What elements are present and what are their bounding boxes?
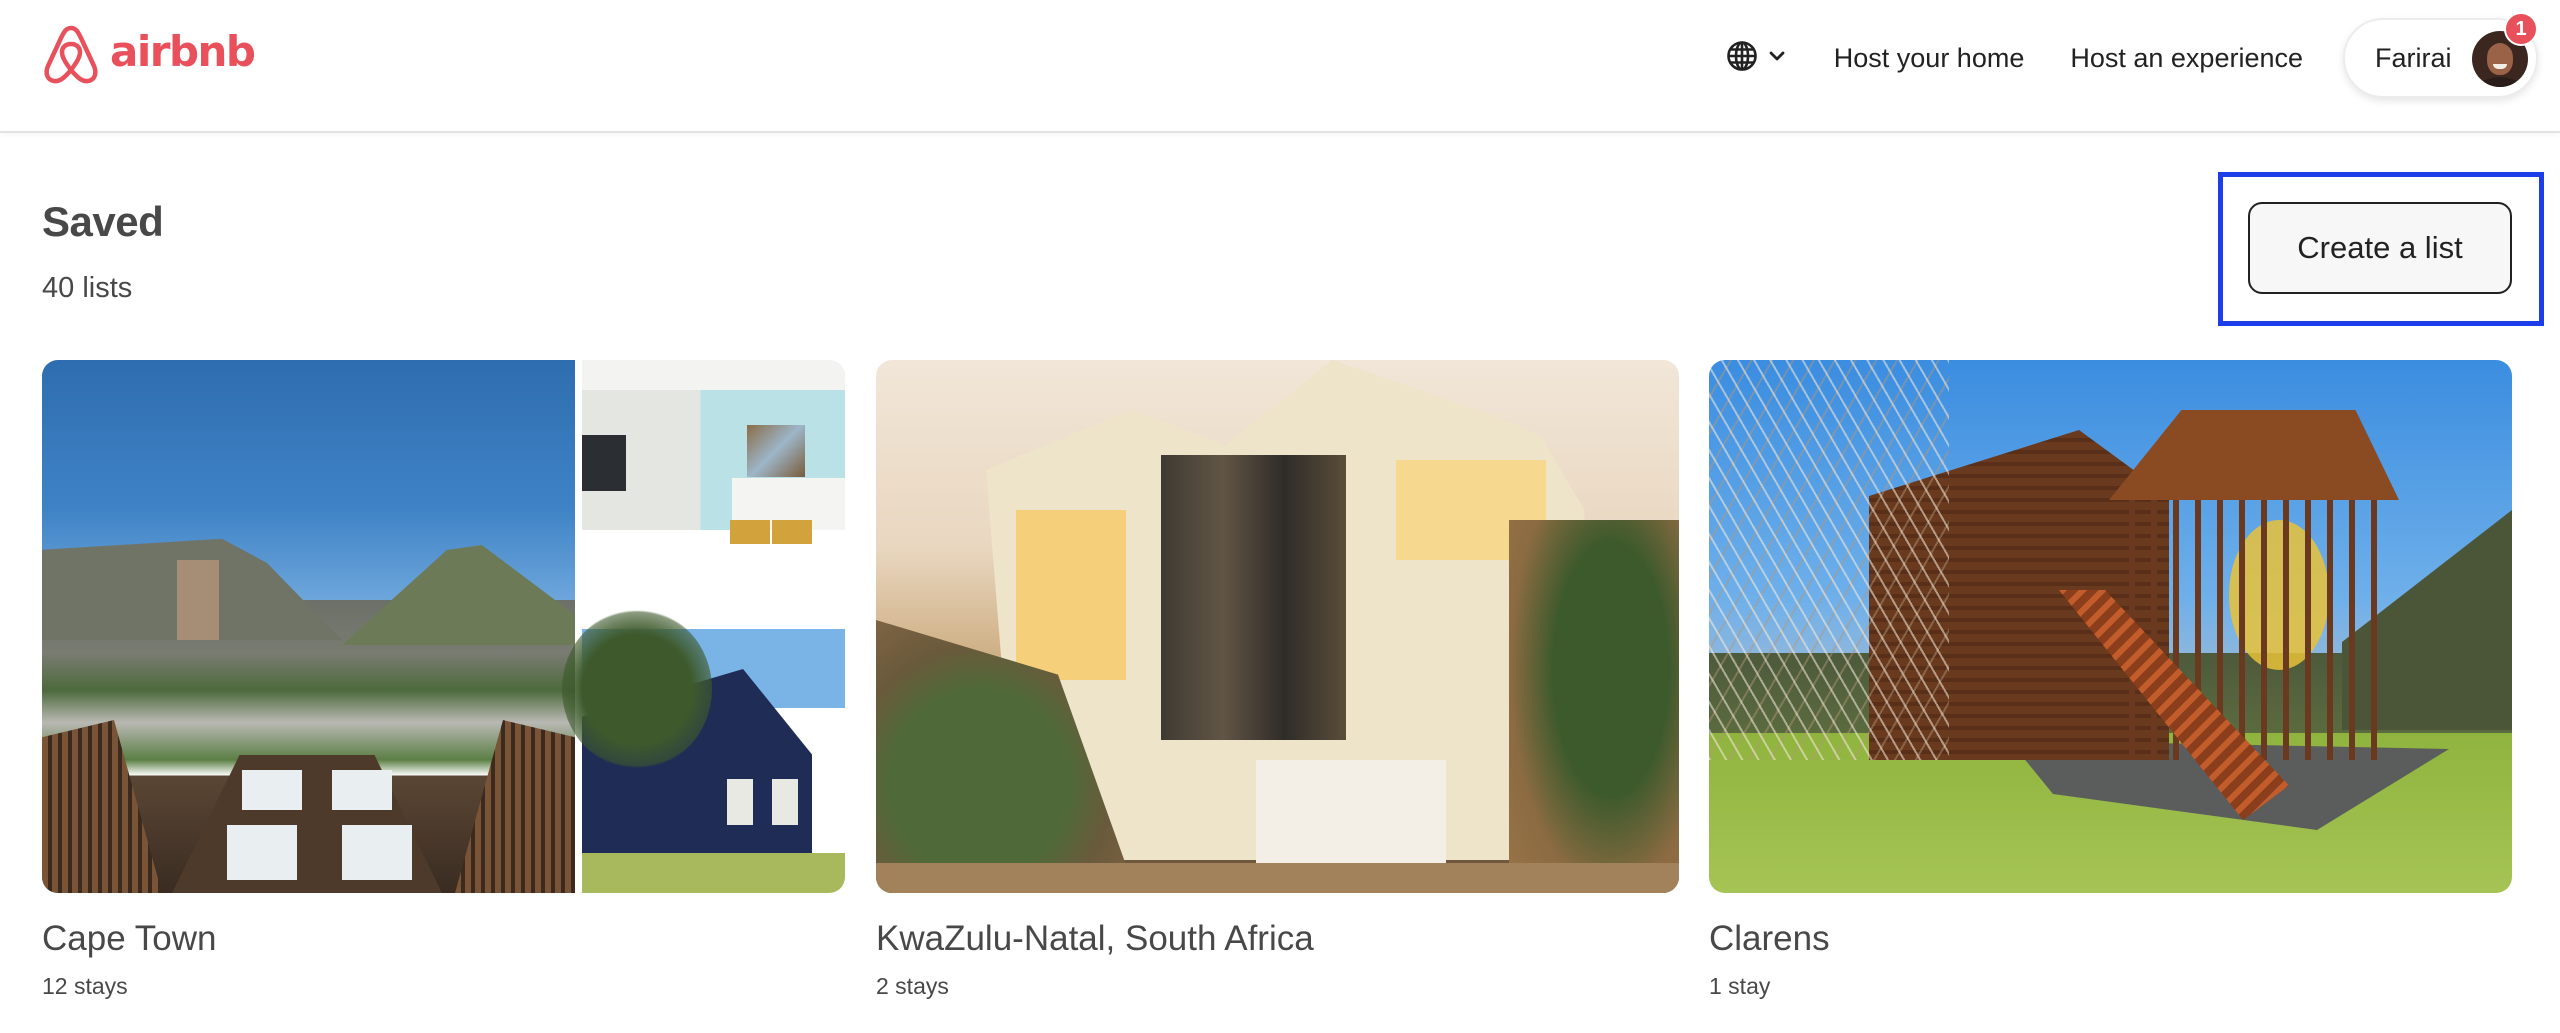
chevron-down-icon [1768,49,1786,67]
wishlist-card-kwazulu-natal[interactable]: KwaZulu-Natal, South Africa 2 stays [876,360,1679,1000]
create-list-button[interactable]: Create a list [2248,202,2512,294]
notification-badge: 1 [2504,12,2538,46]
airbnb-belo-icon [42,24,100,86]
wishlist-stay-count: 12 stays [42,973,128,1000]
host-your-home-link[interactable]: Host your home [1822,33,2037,84]
header-nav: Host your home Host an experience Farira… [1714,12,2538,98]
wishlist-card-image [1709,360,2512,893]
wishlist-title: KwaZulu-Natal, South Africa [876,919,1314,958]
top-nav-bar: airbnb Host your home Host an experience… [0,0,2560,133]
airbnb-wordmark: airbnb [110,27,256,76]
wishlist-title: Clarens [1709,919,1830,958]
page-title: Saved [42,198,164,245]
kwazulu-natal-house-photo [876,360,1679,893]
wishlist-card-image-collage [42,360,845,893]
language-currency-button[interactable] [1714,30,1798,87]
cape-town-house-exterior-photo [562,609,845,893]
list-count: 40 lists [42,272,133,304]
globe-icon [1726,40,1758,77]
profile-name: Farirai [2375,42,2452,73]
airbnb-logo-link[interactable]: airbnb [42,24,256,86]
wishlist-stay-count: 2 stays [876,973,949,1000]
wishlist-card-image [876,360,1679,893]
profile-menu-button[interactable]: Farirai 1 [2343,12,2538,98]
wishlist-title: Cape Town [42,919,217,958]
wishlist-card-cape-town[interactable]: Cape Town 12 stays [42,360,845,1000]
cape-town-balcony-photo [42,360,575,893]
cape-town-bedroom-photo [582,360,845,622]
clarens-cabin-photo [1709,360,2512,893]
host-an-experience-link[interactable]: Host an experience [2058,33,2315,84]
wishlist-card-clarens[interactable]: Clarens 1 stay [1709,360,2512,1000]
wishlist-stay-count: 1 stay [1709,973,1771,1000]
